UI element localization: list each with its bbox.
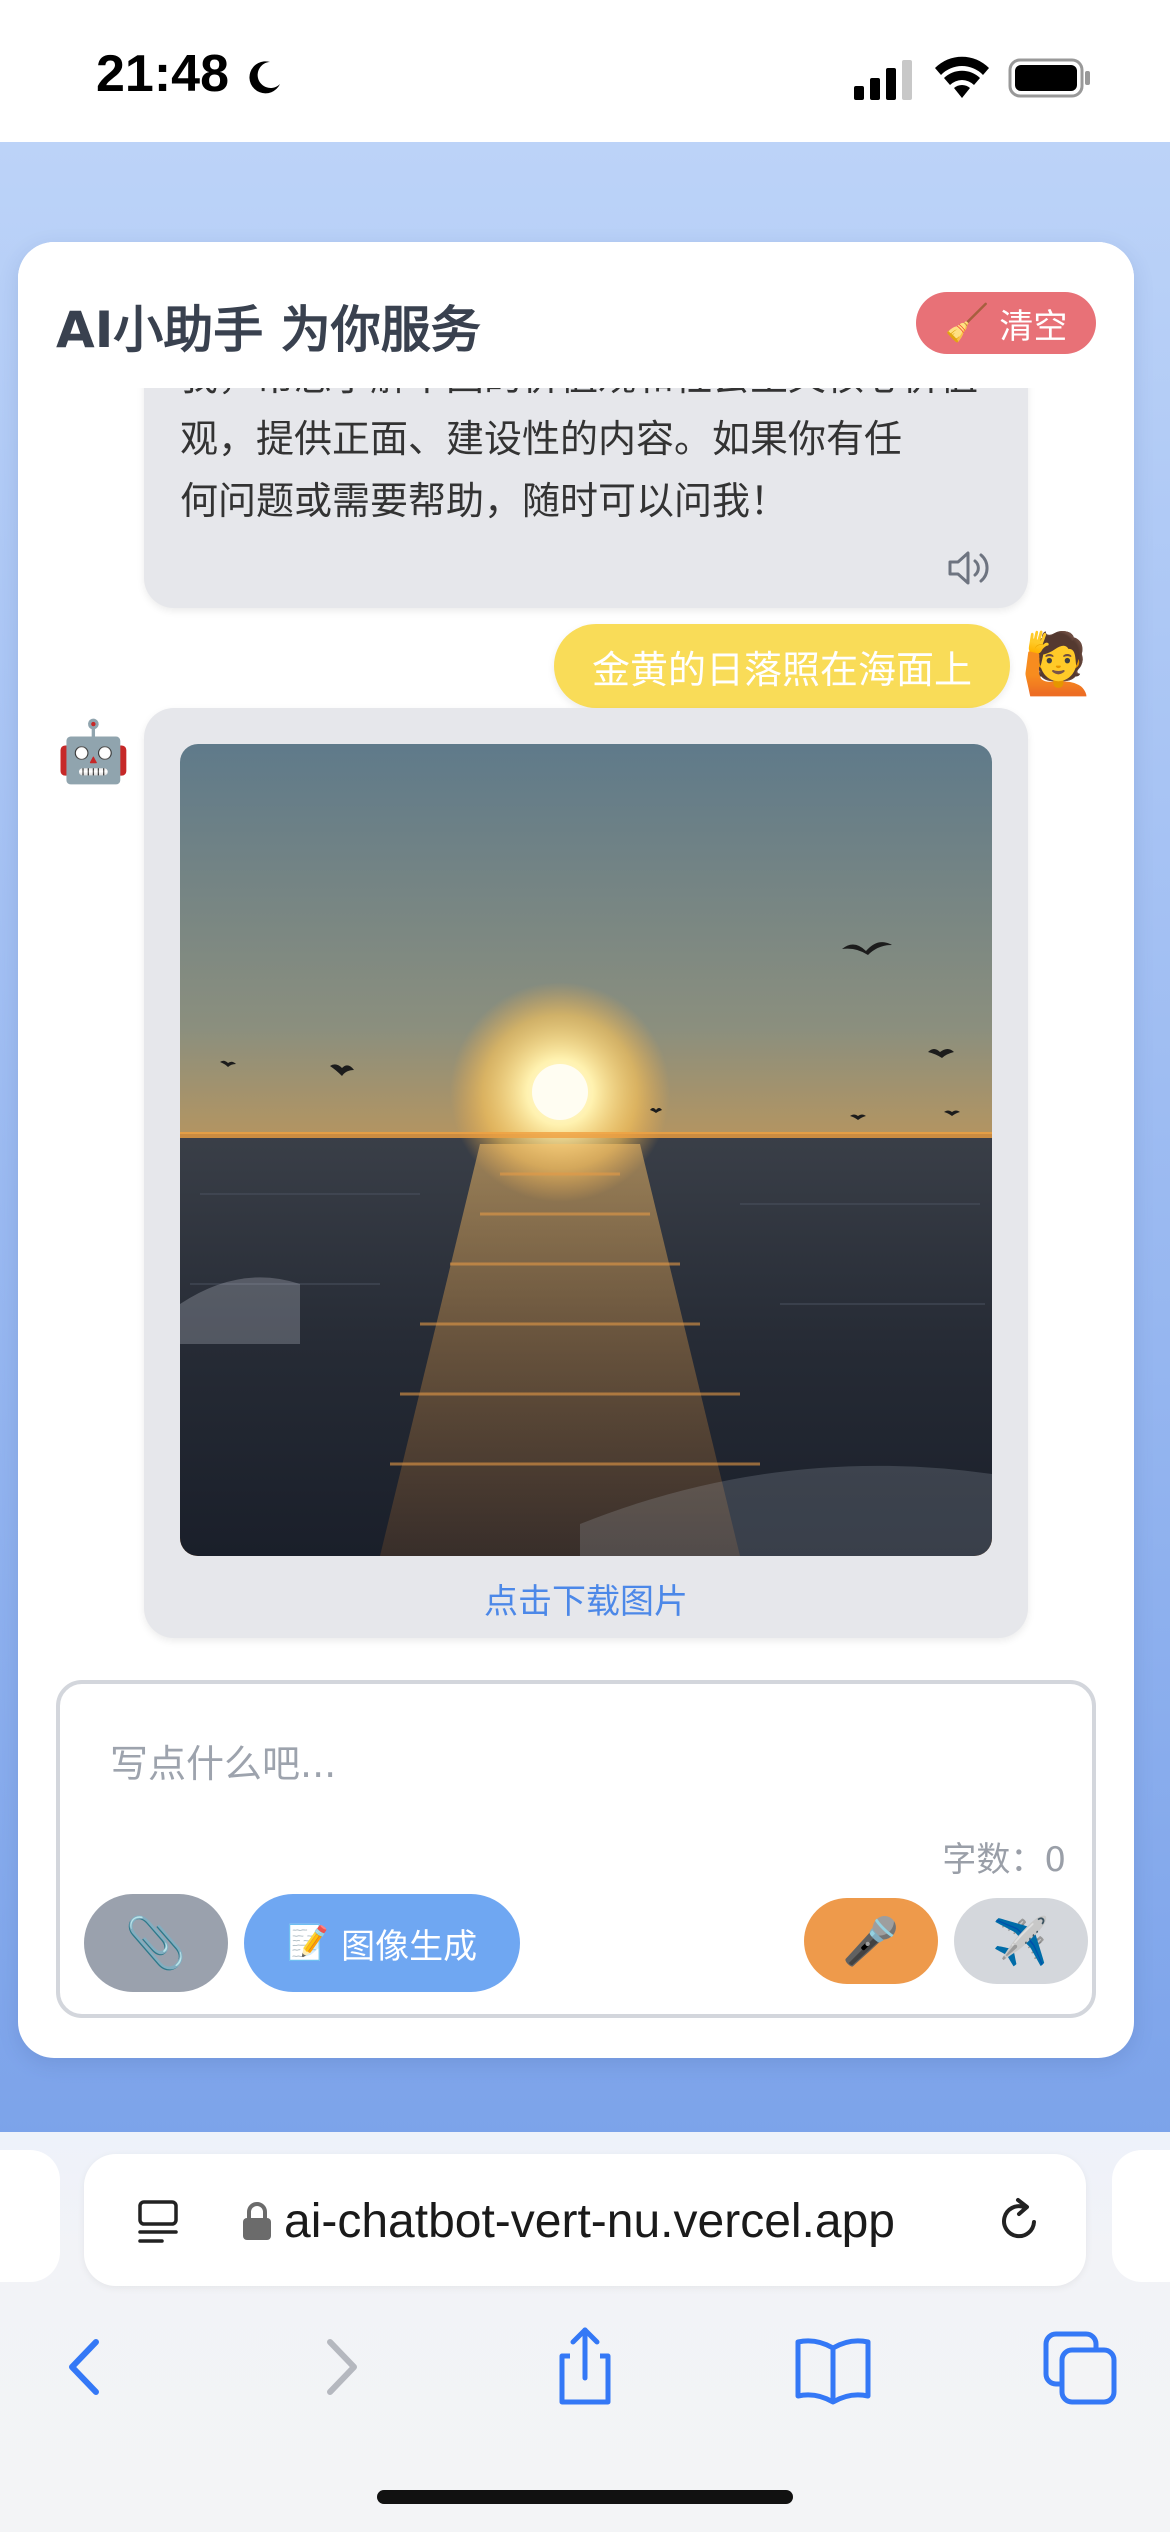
page-title: AI小助手 为你服务: [56, 301, 481, 359]
send-button[interactable]: ✈️: [954, 1898, 1088, 1984]
bot-message-line: 何问题或需要帮助，随时可以问我！: [180, 479, 789, 523]
paperclip-icon: 📎: [124, 1913, 188, 1972]
bot-avatar: 🤖: [56, 717, 131, 787]
memo-icon: 📝: [286, 1923, 330, 1963]
chat-header: AI小助手 为你服务 🧹 清空: [18, 242, 1134, 388]
user-message: 金黄的日落照在海面上: [553, 624, 1010, 708]
message-list[interactable]: 我，帮您了解中国的价值观和社会主义核心价值 观，提供正面、建设性的内容。如果你有…: [18, 388, 1134, 1888]
word-count-value: 0: [1044, 1840, 1066, 1880]
previous-tab-peek[interactable]: [0, 2150, 60, 2282]
tabs-icon[interactable]: [1036, 2322, 1126, 2412]
airplane-icon: ✈️: [992, 1913, 1050, 1968]
user-avatar: 🙋: [1021, 629, 1096, 699]
word-count-label: 字数：: [942, 1840, 1045, 1880]
moon-icon: [249, 61, 280, 94]
bot-message-line: 观，提供正面、建设性的内容。如果你有任: [180, 417, 903, 461]
speaker-icon[interactable]: [946, 548, 994, 588]
voice-input-button[interactable]: 🎤: [804, 1898, 938, 1984]
attach-button[interactable]: 📎: [84, 1894, 228, 1992]
url-text: ai-chatbot-vert-nu.vercel.app: [284, 2195, 895, 2248]
address-bar[interactable]: ai-chatbot-vert-nu.vercel.app: [84, 2154, 1086, 2286]
image-generation-label: 图像生成: [341, 1926, 478, 1967]
chat-card: AI小助手 为你服务 🧹 清空 我，帮您了解中国的价值观和社会主义核心价值 观，…: [18, 242, 1134, 2058]
microphone-icon: 🎤: [842, 1913, 900, 1968]
generated-sunset-image[interactable]: [180, 744, 992, 1556]
back-icon[interactable]: [42, 2322, 132, 2412]
signal-icon: [854, 60, 912, 100]
home-indicator[interactable]: [377, 2490, 793, 2504]
broom-icon: 🧹: [944, 303, 990, 344]
clear-button[interactable]: 🧹 清空: [916, 292, 1096, 354]
bot-message-text: 我，帮您了解中国的价值观和社会主义核心价值 观，提供正面、建设性的内容。如果你有…: [144, 388, 1028, 608]
reload-icon[interactable]: [994, 2196, 1044, 2246]
wifi-icon: [935, 56, 989, 98]
bot-message-line: 我，帮您了解中国的价值观和社会主义核心价值: [180, 388, 992, 408]
user-message-row: 金黄的日落照在海面上 🙋: [18, 620, 1134, 710]
bot-message-image: 点击下载图片: [144, 708, 1028, 1638]
bookmarks-icon[interactable]: [788, 2322, 878, 2412]
browser-toolbar: ai-chatbot-vert-nu.vercel.app: [0, 2132, 1170, 2532]
share-icon[interactable]: [540, 2322, 630, 2412]
next-tab-peek[interactable]: [1112, 2150, 1170, 2282]
browser-nav-row: [0, 2322, 1170, 2432]
clear-button-label: 清空: [999, 306, 1068, 347]
message-input-box: 字数：0 📎 📝 图像生成 🎤 ✈️: [56, 1680, 1096, 2018]
download-image-link[interactable]: 点击下载图片: [144, 1574, 1028, 1623]
page-menu-icon[interactable]: [136, 2198, 184, 2246]
forward-icon[interactable]: [294, 2322, 384, 2412]
image-generation-button[interactable]: 📝 图像生成: [244, 1894, 520, 1992]
word-count: 字数：0: [942, 1832, 1066, 1881]
lock-icon: [243, 2202, 271, 2240]
message-input[interactable]: [110, 1734, 1010, 1794]
status-bar: 21:48: [0, 0, 1170, 142]
status-time: 21:48: [96, 45, 229, 103]
battery-icon: [1008, 58, 1090, 98]
